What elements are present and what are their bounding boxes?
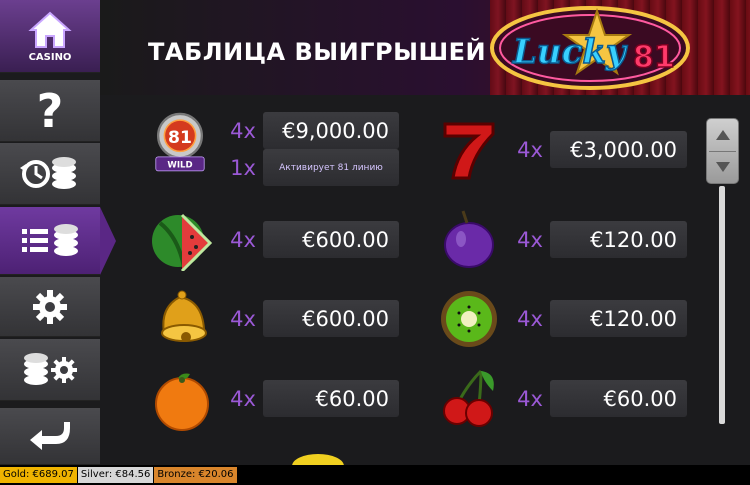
jackpot-bar: Gold: €689.07 Silver: €84.56 Bronze: €20… xyxy=(0,465,750,485)
paytable-row-wild-4x: 4x €9,000.00 xyxy=(223,112,399,149)
payout-value: €9,000.00 xyxy=(263,112,399,149)
help-button[interactable]: ? xyxy=(0,80,100,142)
payout-value: €120.00 xyxy=(550,300,687,337)
scroll-up-button[interactable] xyxy=(715,129,731,141)
jackpot-bronze: Bronze: €20.06 xyxy=(154,467,237,483)
logo-number: 81 xyxy=(633,40,675,75)
paytable-row-orange: 4x €60.00 xyxy=(223,380,399,417)
payout-value: €600.00 xyxy=(263,221,399,258)
back-button[interactable] xyxy=(0,408,100,465)
multiplier: 4x xyxy=(230,118,256,143)
multiplier: 4x xyxy=(517,137,543,162)
home-label: CASINO xyxy=(28,51,72,63)
paytable-row-plum: 4x €120.00 xyxy=(510,221,687,258)
bet-settings-button[interactable] xyxy=(0,339,100,401)
bell-symbol xyxy=(161,290,207,342)
watermelon-symbol xyxy=(152,213,212,271)
logo-text: Lucky xyxy=(512,32,628,72)
paytable-row-cherries: 4x €60.00 xyxy=(510,380,687,417)
cherries-symbol xyxy=(443,369,494,427)
lemon-symbol xyxy=(292,454,344,465)
svg-text:81: 81 xyxy=(168,128,192,148)
lucky81-logo: Lucky 81 xyxy=(490,6,690,90)
paytable-row-watermelon: 4x €600.00 xyxy=(223,221,399,258)
paytable-button[interactable] xyxy=(0,207,100,275)
payout-value: €3,000.00 xyxy=(550,131,687,168)
active-tab-pointer xyxy=(100,207,116,275)
kiwi-symbol xyxy=(441,291,497,347)
wild-81-symbol: 81 WILD xyxy=(155,112,205,172)
scrollbar-track[interactable] xyxy=(719,186,725,424)
seven-symbol xyxy=(443,122,495,180)
payout-value: €60.00 xyxy=(550,380,687,417)
page-title: ТАБЛИЦА ВЫИГРЫШЕЙ xyxy=(148,38,487,66)
wild-description: Активирует 81 линию xyxy=(263,149,399,186)
question-icon: ? xyxy=(36,83,64,138)
scroll-divider xyxy=(709,151,736,152)
paytable-row-wild-1x: 1x Активирует 81 линию xyxy=(223,149,399,186)
paytable-row-bell: 4x €600.00 xyxy=(223,300,399,337)
scroll-down-button[interactable] xyxy=(715,161,731,173)
home-casino-button[interactable]: CASINO xyxy=(0,0,100,73)
sidebar: CASINO ? xyxy=(0,0,116,465)
payout-value: €60.00 xyxy=(263,380,399,417)
paytable-row-kiwi: 4x €120.00 xyxy=(510,300,687,337)
scroll-buttons xyxy=(706,118,739,184)
multiplier: 4x xyxy=(517,227,543,252)
history-button[interactable] xyxy=(0,143,100,205)
multiplier: 4x xyxy=(230,227,256,252)
multiplier: 1x xyxy=(230,155,256,180)
payout-value: €120.00 xyxy=(550,221,687,258)
gear-icon xyxy=(33,289,67,324)
payout-value: €600.00 xyxy=(263,300,399,337)
paytable-row-seven: 4x €3,000.00 xyxy=(510,131,687,168)
jackpot-gold: Gold: €689.07 xyxy=(0,467,77,483)
back-arrow-icon xyxy=(30,422,70,450)
multiplier: 4x xyxy=(230,306,256,331)
paytable-icon xyxy=(22,223,78,256)
multiplier: 4x xyxy=(230,386,256,411)
coins-gear-icon xyxy=(24,352,77,385)
wild-badge: WILD xyxy=(167,161,192,171)
multiplier: 4x xyxy=(517,386,543,411)
plum-symbol xyxy=(444,210,494,268)
jackpot-silver: Silver: €84.56 xyxy=(77,467,154,483)
orange-symbol xyxy=(155,373,209,431)
multiplier: 4x xyxy=(517,306,543,331)
settings-button[interactable] xyxy=(0,277,100,337)
header: ТАБЛИЦА ВЫИГРЫШЕЙ Lucky 81 xyxy=(100,0,750,95)
history-icon xyxy=(20,156,76,189)
home-icon xyxy=(28,11,72,48)
